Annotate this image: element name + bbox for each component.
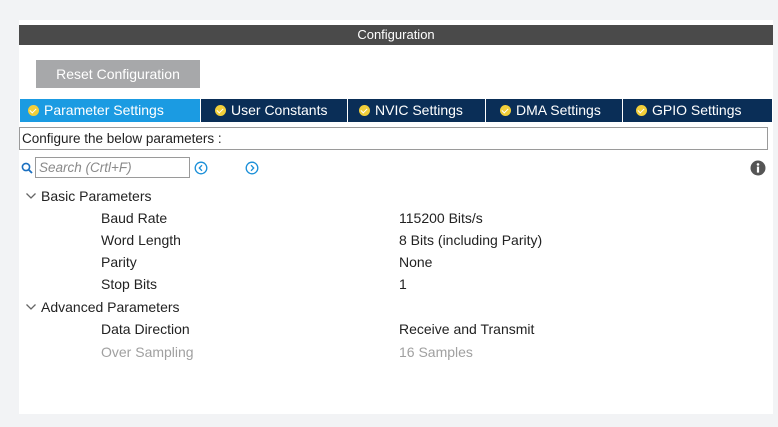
window-title: Configuration bbox=[19, 25, 773, 45]
check-icon bbox=[636, 105, 647, 116]
configure-hint: Configure the below parameters : bbox=[19, 127, 768, 150]
param-row-data-direction[interactable]: Data Direction Receive and Transmit bbox=[19, 319, 773, 339]
tab-nvic-settings[interactable]: NVIC Settings bbox=[348, 99, 486, 122]
param-value[interactable]: None bbox=[399, 252, 432, 272]
chevron-down-icon bbox=[26, 304, 36, 310]
group-label: Basic Parameters bbox=[41, 188, 152, 204]
param-name: Baud Rate bbox=[101, 210, 168, 226]
param-name: Data Direction bbox=[101, 321, 190, 337]
param-name: Over Sampling bbox=[101, 344, 194, 360]
group-advanced-parameters[interactable]: Advanced Parameters bbox=[19, 297, 773, 317]
check-icon bbox=[28, 105, 39, 116]
param-row-over-sampling: Over Sampling 16 Samples bbox=[19, 342, 773, 362]
tab-user-constants[interactable]: User Constants bbox=[201, 99, 348, 122]
param-value[interactable]: 1 bbox=[399, 274, 407, 294]
search-icon bbox=[21, 162, 33, 174]
reset-configuration-button[interactable]: Reset Configuration bbox=[36, 60, 200, 88]
group-label: Advanced Parameters bbox=[41, 299, 180, 315]
tab-parameter-settings[interactable]: Parameter Settings bbox=[20, 99, 201, 122]
param-name: Parity bbox=[101, 254, 137, 270]
check-icon bbox=[215, 105, 226, 116]
check-icon bbox=[500, 105, 511, 116]
param-name: Word Length bbox=[101, 232, 181, 248]
configuration-panel: Configuration Reset Configuration Parame… bbox=[19, 20, 773, 414]
param-row-parity[interactable]: Parity None bbox=[19, 252, 773, 272]
tab-gpio-settings[interactable]: GPIO Settings bbox=[623, 99, 772, 122]
chevron-down-icon bbox=[26, 193, 36, 199]
search-input[interactable] bbox=[35, 157, 190, 178]
tab-dma-settings[interactable]: DMA Settings bbox=[486, 99, 623, 122]
param-value[interactable]: Receive and Transmit bbox=[399, 319, 534, 339]
check-icon bbox=[359, 105, 370, 116]
info-icon[interactable] bbox=[750, 160, 766, 176]
group-basic-parameters[interactable]: Basic Parameters bbox=[19, 186, 773, 206]
param-value[interactable]: 8 Bits (including Parity) bbox=[399, 230, 542, 250]
param-row-stop-bits[interactable]: Stop Bits 1 bbox=[19, 274, 773, 294]
tab-label: GPIO Settings bbox=[652, 102, 742, 118]
param-name: Stop Bits bbox=[101, 276, 158, 292]
param-row-word-length[interactable]: Word Length 8 Bits (including Parity) bbox=[19, 230, 773, 250]
param-value: 16 Samples bbox=[399, 344, 473, 360]
settings-tab-bar: Parameter Settings User Constants NVIC S… bbox=[20, 99, 772, 122]
tab-label: User Constants bbox=[231, 102, 328, 118]
param-row-baud-rate[interactable]: Baud Rate 115200 Bits/s bbox=[19, 208, 773, 228]
next-result-icon[interactable] bbox=[245, 161, 259, 175]
tab-label: Parameter Settings bbox=[44, 102, 164, 118]
param-value[interactable]: 115200 Bits/s bbox=[399, 208, 483, 228]
tab-label: DMA Settings bbox=[516, 102, 601, 118]
tab-label: NVIC Settings bbox=[375, 102, 463, 118]
previous-result-icon[interactable] bbox=[194, 161, 208, 175]
